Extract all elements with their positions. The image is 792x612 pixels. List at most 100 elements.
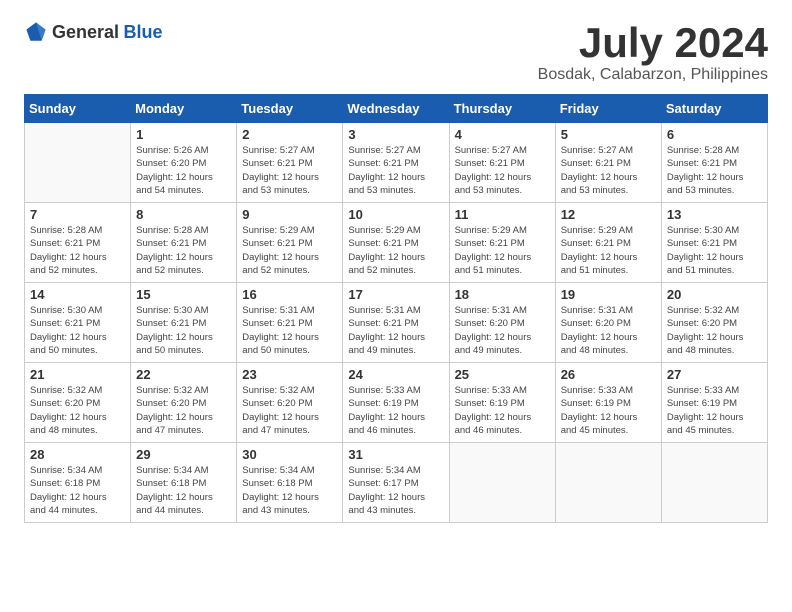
calendar-cell: 26Sunrise: 5:33 AM Sunset: 6:19 PM Dayli… bbox=[555, 363, 661, 443]
day-info: Sunrise: 5:31 AM Sunset: 6:21 PM Dayligh… bbox=[242, 304, 337, 357]
day-info: Sunrise: 5:30 AM Sunset: 6:21 PM Dayligh… bbox=[30, 304, 125, 357]
day-info: Sunrise: 5:27 AM Sunset: 6:21 PM Dayligh… bbox=[242, 144, 337, 197]
day-number: 4 bbox=[455, 127, 550, 142]
day-info: Sunrise: 5:34 AM Sunset: 6:18 PM Dayligh… bbox=[242, 464, 337, 517]
day-info: Sunrise: 5:26 AM Sunset: 6:20 PM Dayligh… bbox=[136, 144, 231, 197]
day-info: Sunrise: 5:34 AM Sunset: 6:18 PM Dayligh… bbox=[136, 464, 231, 517]
calendar-cell: 4 Sunrise: 5:27 AM Sunset: 6:21 PM Daylig… bbox=[449, 123, 555, 203]
calendar-cell: 16 Sunrise: 5:31 AM Sunset: 6:21 PM Dayli… bbox=[237, 283, 343, 363]
calendar-cell: 19Sunrise: 5:31 AM Sunset: 6:20 PM Dayli… bbox=[555, 283, 661, 363]
day-number: 7 bbox=[30, 207, 125, 222]
day-number: 3 bbox=[348, 127, 443, 142]
calendar-cell: 1Sunrise: 5:26 AM Sunset: 6:20 PM Daylig… bbox=[131, 123, 237, 203]
calendar-cell: 17Sunrise: 5:31 AM Sunset: 6:21 PM Dayli… bbox=[343, 283, 449, 363]
day-info: Sunrise: 5:32 AM Sunset: 6:20 PM Dayligh… bbox=[242, 384, 337, 437]
calendar-cell: 14Sunrise: 5:30 AM Sunset: 6:21 PM Dayli… bbox=[25, 283, 131, 363]
calendar-cell: 30 Sunrise: 5:34 AM Sunset: 6:18 PM Dayli… bbox=[237, 443, 343, 523]
header: General Blue July 2024 Bosdak, Calabarzo… bbox=[24, 20, 768, 84]
calendar-cell bbox=[25, 123, 131, 203]
calendar-cell: 7 Sunrise: 5:28 AM Sunset: 6:21 PM Daylig… bbox=[25, 203, 131, 283]
day-number: 16 bbox=[242, 287, 337, 302]
day-number: 22 bbox=[136, 367, 231, 382]
day-number: 5 bbox=[561, 127, 656, 142]
day-info: Sunrise: 5:33 AM Sunset: 6:19 PM Dayligh… bbox=[348, 384, 443, 437]
day-number: 9 bbox=[242, 207, 337, 222]
day-info: Sunrise: 5:30 AM Sunset: 6:21 PM Dayligh… bbox=[667, 224, 762, 277]
day-info: Sunrise: 5:27 AM Sunset: 6:21 PM Dayligh… bbox=[348, 144, 443, 197]
calendar-week-row: 1Sunrise: 5:26 AM Sunset: 6:20 PM Daylig… bbox=[25, 123, 768, 203]
day-number: 13 bbox=[667, 207, 762, 222]
day-info: Sunrise: 5:32 AM Sunset: 6:20 PM Dayligh… bbox=[667, 304, 762, 357]
day-number: 19 bbox=[561, 287, 656, 302]
day-number: 23 bbox=[242, 367, 337, 382]
day-info: Sunrise: 5:34 AM Sunset: 6:17 PM Dayligh… bbox=[348, 464, 443, 517]
logo: General Blue bbox=[24, 20, 163, 44]
calendar-cell: 29 Sunrise: 5:34 AM Sunset: 6:18 PM Dayli… bbox=[131, 443, 237, 523]
month-year-title: July 2024 bbox=[538, 20, 768, 66]
day-info: Sunrise: 5:32 AM Sunset: 6:20 PM Dayligh… bbox=[136, 384, 231, 437]
day-number: 18 bbox=[455, 287, 550, 302]
day-number: 30 bbox=[242, 447, 337, 462]
logo-icon bbox=[24, 20, 48, 44]
calendar-cell bbox=[449, 443, 555, 523]
day-info: Sunrise: 5:29 AM Sunset: 6:21 PM Dayligh… bbox=[455, 224, 550, 277]
day-number: 11 bbox=[455, 207, 550, 222]
day-info: Sunrise: 5:28 AM Sunset: 6:21 PM Dayligh… bbox=[30, 224, 125, 277]
day-number: 8 bbox=[136, 207, 231, 222]
day-number: 24 bbox=[348, 367, 443, 382]
calendar-cell: 18 Sunrise: 5:31 AM Sunset: 6:20 PM Dayli… bbox=[449, 283, 555, 363]
day-info: Sunrise: 5:32 AM Sunset: 6:20 PM Dayligh… bbox=[30, 384, 125, 437]
day-info: Sunrise: 5:33 AM Sunset: 6:19 PM Dayligh… bbox=[561, 384, 656, 437]
calendar-cell: 20Sunrise: 5:32 AM Sunset: 6:20 PM Dayli… bbox=[661, 283, 767, 363]
day-info: Sunrise: 5:29 AM Sunset: 6:21 PM Dayligh… bbox=[348, 224, 443, 277]
weekday-header-tuesday: Tuesday bbox=[237, 95, 343, 123]
calendar-cell: 9Sunrise: 5:29 AM Sunset: 6:21 PM Daylig… bbox=[237, 203, 343, 283]
day-number: 10 bbox=[348, 207, 443, 222]
calendar-cell: 22 Sunrise: 5:32 AM Sunset: 6:20 PM Dayli… bbox=[131, 363, 237, 443]
calendar-cell bbox=[661, 443, 767, 523]
calendar-week-row: 14Sunrise: 5:30 AM Sunset: 6:21 PM Dayli… bbox=[25, 283, 768, 363]
logo-blue-text: Blue bbox=[124, 22, 163, 42]
day-info: Sunrise: 5:27 AM Sunset: 6:21 PM Dayligh… bbox=[455, 144, 550, 197]
day-info: Sunrise: 5:29 AM Sunset: 6:21 PM Dayligh… bbox=[561, 224, 656, 277]
day-number: 27 bbox=[667, 367, 762, 382]
day-number: 28 bbox=[30, 447, 125, 462]
day-info: Sunrise: 5:33 AM Sunset: 6:19 PM Dayligh… bbox=[455, 384, 550, 437]
day-info: Sunrise: 5:28 AM Sunset: 6:21 PM Dayligh… bbox=[136, 224, 231, 277]
calendar-cell: 11 Sunrise: 5:29 AM Sunset: 6:21 PM Dayli… bbox=[449, 203, 555, 283]
logo-general-text: General bbox=[52, 22, 119, 42]
calendar-cell: 13 Sunrise: 5:30 AM Sunset: 6:21 PM Dayli… bbox=[661, 203, 767, 283]
calendar-week-row: 21 Sunrise: 5:32 AM Sunset: 6:20 PM Dayli… bbox=[25, 363, 768, 443]
day-info: Sunrise: 5:31 AM Sunset: 6:20 PM Dayligh… bbox=[455, 304, 550, 357]
day-info: Sunrise: 5:27 AM Sunset: 6:21 PM Dayligh… bbox=[561, 144, 656, 197]
calendar-cell: 23 Sunrise: 5:32 AM Sunset: 6:20 PM Dayli… bbox=[237, 363, 343, 443]
calendar-cell: 28Sunrise: 5:34 AM Sunset: 6:18 PM Dayli… bbox=[25, 443, 131, 523]
calendar-cell: 5 Sunrise: 5:27 AM Sunset: 6:21 PM Daylig… bbox=[555, 123, 661, 203]
day-number: 12 bbox=[561, 207, 656, 222]
calendar-cell: 31 Sunrise: 5:34 AM Sunset: 6:17 PM Dayli… bbox=[343, 443, 449, 523]
weekday-header-friday: Friday bbox=[555, 95, 661, 123]
calendar-cell: 10 Sunrise: 5:29 AM Sunset: 6:21 PM Dayli… bbox=[343, 203, 449, 283]
day-number: 15 bbox=[136, 287, 231, 302]
calendar-cell: 15 Sunrise: 5:30 AM Sunset: 6:21 PM Dayli… bbox=[131, 283, 237, 363]
calendar-cell: 8 Sunrise: 5:28 AM Sunset: 6:21 PM Daylig… bbox=[131, 203, 237, 283]
weekday-header-sunday: Sunday bbox=[25, 95, 131, 123]
day-info: Sunrise: 5:33 AM Sunset: 6:19 PM Dayligh… bbox=[667, 384, 762, 437]
weekday-header-wednesday: Wednesday bbox=[343, 95, 449, 123]
day-number: 29 bbox=[136, 447, 231, 462]
calendar-cell: 24 Sunrise: 5:33 AM Sunset: 6:19 PM Dayli… bbox=[343, 363, 449, 443]
day-info: Sunrise: 5:30 AM Sunset: 6:21 PM Dayligh… bbox=[136, 304, 231, 357]
day-number: 2 bbox=[242, 127, 337, 142]
day-number: 6 bbox=[667, 127, 762, 142]
location-subtitle: Bosdak, Calabarzon, Philippines bbox=[538, 66, 768, 84]
day-number: 21 bbox=[30, 367, 125, 382]
day-number: 31 bbox=[348, 447, 443, 462]
day-number: 25 bbox=[455, 367, 550, 382]
calendar-table: SundayMondayTuesdayWednesdayThursdayFrid… bbox=[24, 94, 768, 523]
title-area: July 2024 Bosdak, Calabarzon, Philippine… bbox=[538, 20, 768, 84]
day-info: Sunrise: 5:31 AM Sunset: 6:21 PM Dayligh… bbox=[348, 304, 443, 357]
day-info: Sunrise: 5:28 AM Sunset: 6:21 PM Dayligh… bbox=[667, 144, 762, 197]
calendar-cell: 12 Sunrise: 5:29 AM Sunset: 6:21 PM Dayli… bbox=[555, 203, 661, 283]
calendar-cell bbox=[555, 443, 661, 523]
weekday-header-monday: Monday bbox=[131, 95, 237, 123]
